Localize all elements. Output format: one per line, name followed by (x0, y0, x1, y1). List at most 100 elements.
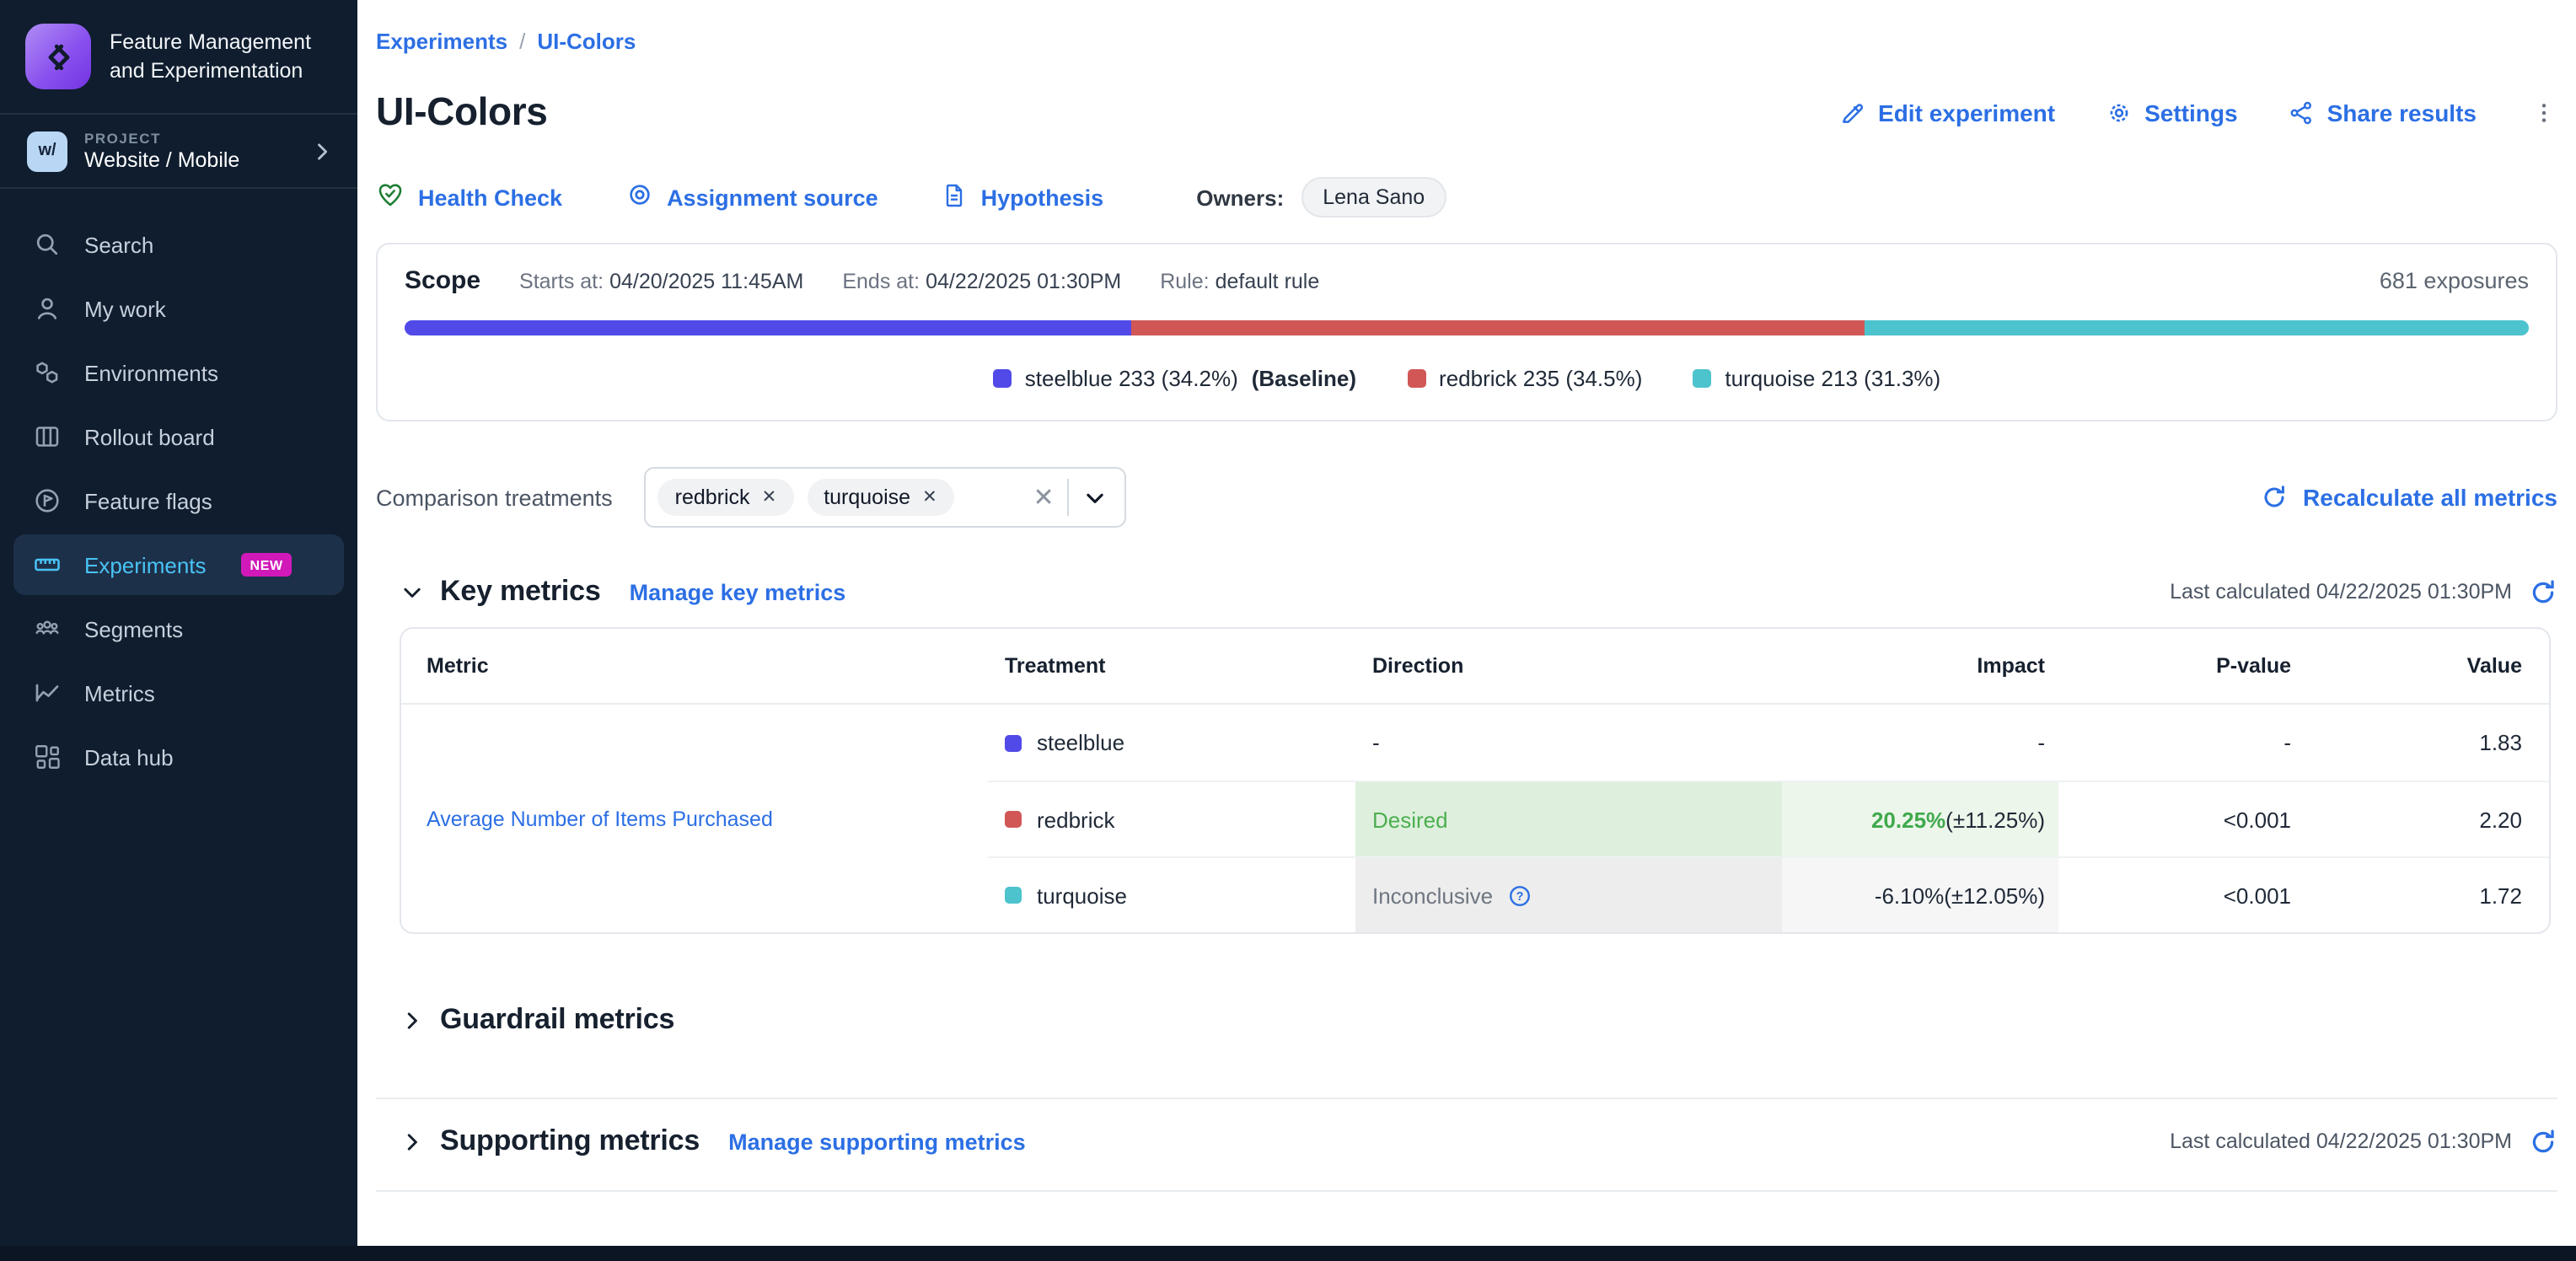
kebab-menu-icon[interactable] (2530, 99, 2557, 126)
health-check-link[interactable]: Health Check (376, 180, 562, 214)
treatment-chip-turquoise[interactable]: turquoise✕ (807, 479, 954, 516)
experiment-meta-row: Health Check Assignment source Hypothesi… (376, 177, 2557, 217)
sidebar-item-segments[interactable]: Segments (13, 598, 344, 659)
direction-cell: - (1355, 705, 1782, 781)
collapse-chevron-down-icon[interactable] (400, 579, 425, 604)
value-cell: 1.72 (2303, 856, 2549, 932)
bar-segment-turquoise (1864, 320, 2529, 335)
treatment-cell-redbrick: redbrick (988, 781, 1355, 856)
breadcrumb-current-link[interactable]: UI-Colors (537, 29, 636, 54)
edit-experiment-button[interactable]: Edit experiment (1839, 99, 2055, 126)
treatment-color-swatch (1005, 734, 1022, 751)
hypothesis-link[interactable]: Hypothesis (941, 181, 1104, 213)
grid-blocks-icon (32, 742, 62, 772)
scope-card: Scope Starts at: 04/20/2025 11:45AM Ends… (376, 243, 2557, 421)
section-divider (376, 1097, 2557, 1099)
pvalue-cell: <0.001 (2058, 856, 2303, 932)
sidebar-item-label: Segments (84, 616, 183, 641)
brand-header: Feature Management and Experimentation (0, 0, 357, 115)
treatments-multiselect[interactable]: redbrick✕ turquoise✕ ✕ (645, 467, 1127, 528)
baseline-tag: (Baseline) (1252, 366, 1356, 391)
section-title: Guardrail metrics (440, 1003, 674, 1037)
col-header-metric: Metric (401, 629, 988, 705)
col-header-pvalue: P-value (2058, 629, 2303, 705)
refresh-icon[interactable] (2529, 577, 2557, 606)
people-icon (32, 614, 62, 644)
treatment-color-swatch (1005, 811, 1022, 828)
title-row: UI-Colors Edit experiment Settings Share… (376, 89, 2557, 135)
direction-cell-inconclusive: Inconclusive ? (1355, 856, 1782, 932)
sidebar-item-feature-flags[interactable]: Feature flags (13, 470, 344, 531)
sidebar-nav: Search My work Environments Rollout boar… (0, 189, 357, 787)
sidebar-item-my-work[interactable]: My work (13, 278, 344, 339)
bar-segment-redbrick (1131, 320, 1864, 335)
main-content: Experiments / UI-Colors UI-Colors Edit exp… (357, 0, 2576, 1261)
scope-header: Scope Starts at: 04/20/2025 11:45AM Ends… (405, 266, 2529, 295)
comparison-row: Comparison treatments redbrick✕ turquois… (376, 467, 2557, 528)
comparison-label: Comparison treatments (376, 485, 613, 510)
metric-name-cell: Average Number of Items Purchased (401, 705, 988, 932)
remove-chip-icon[interactable]: ✕ (922, 487, 937, 507)
bottom-edge (0, 1246, 2576, 1261)
project-avatar: w/ (27, 131, 67, 171)
col-header-treatment: Treatment (988, 629, 1355, 705)
hexagons-icon (32, 357, 62, 388)
breadcrumb-separator: / (519, 29, 525, 54)
last-calculated: Last calculated 04/22/2025 01:30PM (2170, 577, 2557, 606)
scope-starts: Starts at: 04/20/2025 11:45AM (519, 270, 803, 293)
scope-rule: Rule: default rule (1160, 270, 1319, 293)
section-title: Key metrics (440, 575, 601, 609)
impact-cell: - (1782, 705, 2058, 781)
supporting-metrics-header: Supporting metrics Manage supporting met… (400, 1124, 2557, 1158)
settings-button[interactable]: Settings (2106, 99, 2237, 126)
manage-key-metrics-link[interactable]: Manage key metrics (630, 579, 846, 604)
impact-cell: 20.25% (±11.25%) (1782, 781, 2058, 856)
share-results-button[interactable]: Share results (2289, 99, 2477, 126)
treatment-chip-redbrick[interactable]: redbrick✕ (658, 479, 794, 516)
legend-item-steelblue: steelblue 233 (34.2%) (Baseline) (993, 366, 1356, 391)
project-switcher[interactable]: w/ PROJECT Website / Mobile (0, 115, 357, 189)
sidebar-item-label: Metrics (84, 680, 155, 706)
owner-chip[interactable]: Lena Sano (1301, 177, 1446, 217)
sidebar-item-label: Data hub (84, 744, 174, 770)
key-metrics-table-card: Metric Treatment Direction Impact P-valu… (400, 627, 2551, 934)
search-icon (32, 229, 62, 260)
new-badge: NEW (242, 553, 292, 577)
sidebar-item-search[interactable]: Search (13, 214, 344, 275)
sidebar-item-experiments[interactable]: Experiments NEW (13, 534, 344, 595)
sidebar-item-label: Environments (84, 360, 218, 385)
line-chart-icon (32, 678, 62, 708)
sidebar-item-environments[interactable]: Environments (13, 342, 344, 403)
header-actions: Edit experiment Settings Share results (1839, 99, 2557, 126)
recalculate-all-metrics-button[interactable]: Recalculate all metrics (2261, 484, 2557, 511)
collapse-chevron-right-icon[interactable] (400, 1007, 425, 1033)
pvalue-cell: <0.001 (2058, 781, 2303, 856)
exposure-legend: steelblue 233 (34.2%) (Baseline) redbric… (405, 366, 2529, 391)
sidebar-item-data-hub[interactable]: Data hub (13, 727, 344, 787)
col-header-value: Value (2303, 629, 2549, 705)
sidebar-item-rollout-board[interactable]: Rollout board (13, 406, 344, 467)
exposures-count: 681 exposures (2380, 268, 2529, 293)
legend-swatch (1407, 369, 1425, 388)
key-metrics-header: Key metrics Manage key metrics Last calc… (400, 575, 2557, 609)
assignment-source-link[interactable]: Assignment source (625, 180, 878, 214)
legend-swatch (1693, 369, 1711, 388)
breadcrumb-experiments-link[interactable]: Experiments (376, 29, 507, 54)
legend-swatch (993, 369, 1012, 388)
treatment-cell-steelblue: steelblue (988, 705, 1355, 781)
metric-link[interactable]: Average Number of Items Purchased (427, 807, 773, 830)
refresh-icon (2261, 484, 2288, 511)
sidebar-item-metrics[interactable]: Metrics (13, 663, 344, 723)
bar-segment-steelblue (405, 320, 1131, 335)
manage-supporting-metrics-link[interactable]: Manage supporting metrics (728, 1129, 1026, 1154)
ruler-icon (32, 550, 62, 580)
collapse-chevron-right-icon[interactable] (400, 1129, 425, 1154)
chevron-down-icon[interactable] (1083, 485, 1108, 510)
clear-all-icon[interactable]: ✕ (1033, 482, 1054, 512)
question-circle-icon[interactable]: ? (1506, 883, 1532, 908)
section-title: Supporting metrics (440, 1124, 700, 1158)
project-label: PROJECT (84, 130, 239, 147)
remove-chip-icon[interactable]: ✕ (762, 487, 777, 507)
refresh-icon[interactable] (2529, 1127, 2557, 1156)
board-columns-icon (32, 421, 62, 452)
